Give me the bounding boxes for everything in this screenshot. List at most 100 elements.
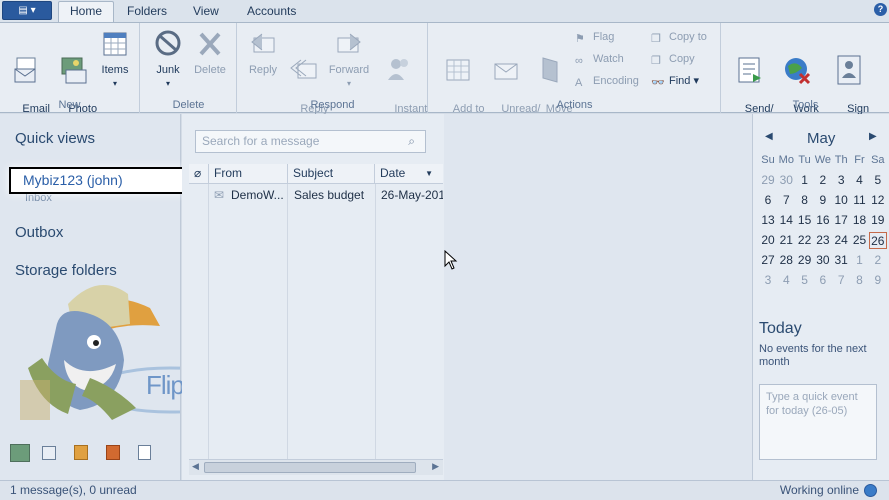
calendar-day[interactable]: 14 <box>777 212 795 229</box>
calendar-day[interactable]: 12 <box>869 192 887 209</box>
scroll-left-icon[interactable]: ◀ <box>192 461 199 472</box>
calendar-day[interactable]: 13 <box>759 212 777 229</box>
calendar-day[interactable]: 7 <box>777 192 795 209</box>
calendar-day[interactable]: 11 <box>851 192 869 209</box>
calendar-day[interactable]: 2 <box>869 252 887 269</box>
flag-label: Flag <box>593 31 615 43</box>
help-icon[interactable]: ? <box>874 3 887 16</box>
encoding-label: Encoding <box>593 75 639 87</box>
attachment-column-icon[interactable]: ⌀ <box>189 164 209 184</box>
mail-nav-icon[interactable] <box>10 444 30 462</box>
calendar-day[interactable]: 28 <box>777 252 795 269</box>
calendar-day[interactable]: 5 <box>796 272 814 289</box>
tab-accounts[interactable]: Accounts <box>236 4 307 22</box>
watch-button[interactable]: ∞ Watch <box>575 50 624 68</box>
binoculars-icon: 👓 <box>651 77 665 89</box>
feeds-nav-icon[interactable] <box>106 445 120 460</box>
calendar-day[interactable]: 9 <box>869 272 887 289</box>
column-from[interactable]: From <box>209 164 288 184</box>
calendar-day[interactable]: 3 <box>832 172 850 189</box>
calendar-day[interactable]: 31 <box>832 252 850 269</box>
flag-button[interactable]: ⚑ Flag <box>575 28 614 46</box>
contacts-nav-icon[interactable] <box>74 445 88 460</box>
no-events-text: No events for the next month <box>759 343 867 368</box>
calendar-day[interactable]: 16 <box>814 212 832 229</box>
calendar-day[interactable]: 24 <box>832 232 850 249</box>
weekday-header: Su <box>761 154 775 166</box>
calendar-day[interactable]: 1 <box>851 252 869 269</box>
copy-button[interactable]: ❐ Copy <box>651 50 695 68</box>
reply-icon <box>251 33 275 53</box>
quick-event-input[interactable]: Type a quick event for today (26-05) <box>759 384 877 460</box>
flag-icon: ⚑ <box>575 33 585 45</box>
calendar-day[interactable]: 25 <box>851 232 869 249</box>
calendar-day[interactable]: 30 <box>814 252 832 269</box>
scrollbar-thumb[interactable] <box>204 462 416 473</box>
calendar-day[interactable]: 27 <box>759 252 777 269</box>
connection-status[interactable]: Working online <box>780 481 859 500</box>
calendar-day[interactable]: 8 <box>851 272 869 289</box>
scroll-right-icon[interactable]: ▶ <box>432 461 439 472</box>
calendar-day[interactable]: 4 <box>777 272 795 289</box>
instant-message-icon <box>388 59 408 80</box>
calendar-day[interactable]: 9 <box>814 192 832 209</box>
calendar-day[interactable]: 21 <box>777 232 795 249</box>
calendar-day[interactable]: 30 <box>777 172 795 189</box>
calendar-day[interactable]: 3 <box>759 272 777 289</box>
quick-views-link[interactable]: Quick views <box>15 130 95 147</box>
calendar-day[interactable]: 20 <box>759 232 777 249</box>
app-menu-button[interactable]: ▤ ▾ <box>2 1 52 20</box>
tab-folders[interactable]: Folders <box>116 4 178 22</box>
reply-button[interactable]: Reply <box>240 28 286 77</box>
group-respond: Reply Reply all Forward▾ Instant message… <box>238 23 428 128</box>
calendar-day[interactable]: 17 <box>832 212 850 229</box>
calendar-nav-icon[interactable] <box>42 446 56 460</box>
junk-label: Junk <box>156 64 180 76</box>
items-button[interactable]: Items ▾ <box>92 28 138 90</box>
weekday-header: We <box>814 154 832 166</box>
calendar-day-today[interactable]: 26 <box>868 232 887 249</box>
watch-glasses-icon: ∞ <box>575 55 583 67</box>
calendar-day[interactable]: 6 <box>814 272 832 289</box>
encoding-button[interactable]: A Encoding <box>575 72 639 90</box>
reading-pane <box>444 114 752 480</box>
photo-email-icon <box>61 57 87 84</box>
calendar-day[interactable]: 4 <box>851 172 869 189</box>
copy-to-button[interactable]: ❐ Copy to <box>651 28 707 46</box>
calendar-day[interactable]: 23 <box>814 232 832 249</box>
newsgroups-nav-icon[interactable] <box>138 445 151 460</box>
calendar-day[interactable]: 2 <box>814 172 832 189</box>
next-month-icon[interactable]: ▶ <box>869 131 877 142</box>
calendar-day[interactable]: 29 <box>759 172 777 189</box>
delete-x-icon <box>199 32 221 56</box>
search-icon[interactable]: ⌕ <box>408 131 415 152</box>
copy-icon: ❐ <box>651 55 661 67</box>
column-subject[interactable]: Subject <box>288 164 375 184</box>
calendar-day[interactable]: 22 <box>796 232 814 249</box>
account-mybiz123[interactable]: Mybiz123 (john) <box>9 167 184 194</box>
horizontal-scrollbar[interactable]: ◀ ▶ <box>189 459 443 475</box>
tab-view[interactable]: View <box>182 4 230 22</box>
calendar-day[interactable]: 18 <box>851 212 869 229</box>
calendar-day[interactable]: 1 <box>796 172 814 189</box>
search-input[interactable]: Search for a message ⌕ <box>195 130 426 153</box>
find-button[interactable]: 👓 Find ▾ <box>651 72 699 90</box>
junk-button[interactable]: Junk ▾ <box>145 28 191 90</box>
group-actions: Add to calendar Unread/ read Move to ⚑Fl… <box>429 23 721 128</box>
calendar-day[interactable]: 8 <box>796 192 814 209</box>
tab-home[interactable]: Home <box>58 1 115 23</box>
calendar-day[interactable]: 19 <box>869 212 887 229</box>
delete-button[interactable]: Delete <box>187 28 233 77</box>
calendar-day[interactable]: 29 <box>796 252 814 269</box>
calendar-day[interactable]: 6 <box>759 192 777 209</box>
prev-month-icon[interactable]: ◀ <box>765 131 773 142</box>
table-row[interactable]: ✉ DemoW... Sales budget 26-May-201 <box>189 186 443 205</box>
calendar-day[interactable]: 10 <box>832 192 850 209</box>
outbox-folder[interactable]: Outbox <box>15 224 63 241</box>
calendar-day[interactable]: 15 <box>796 212 814 229</box>
forward-button[interactable]: Forward ▾ <box>326 28 372 90</box>
calendar-day[interactable]: 7 <box>832 272 850 289</box>
calendar-day[interactable]: 5 <box>869 172 887 189</box>
today-heading: Today <box>759 320 802 337</box>
column-date[interactable]: Date ▼ <box>375 164 443 184</box>
